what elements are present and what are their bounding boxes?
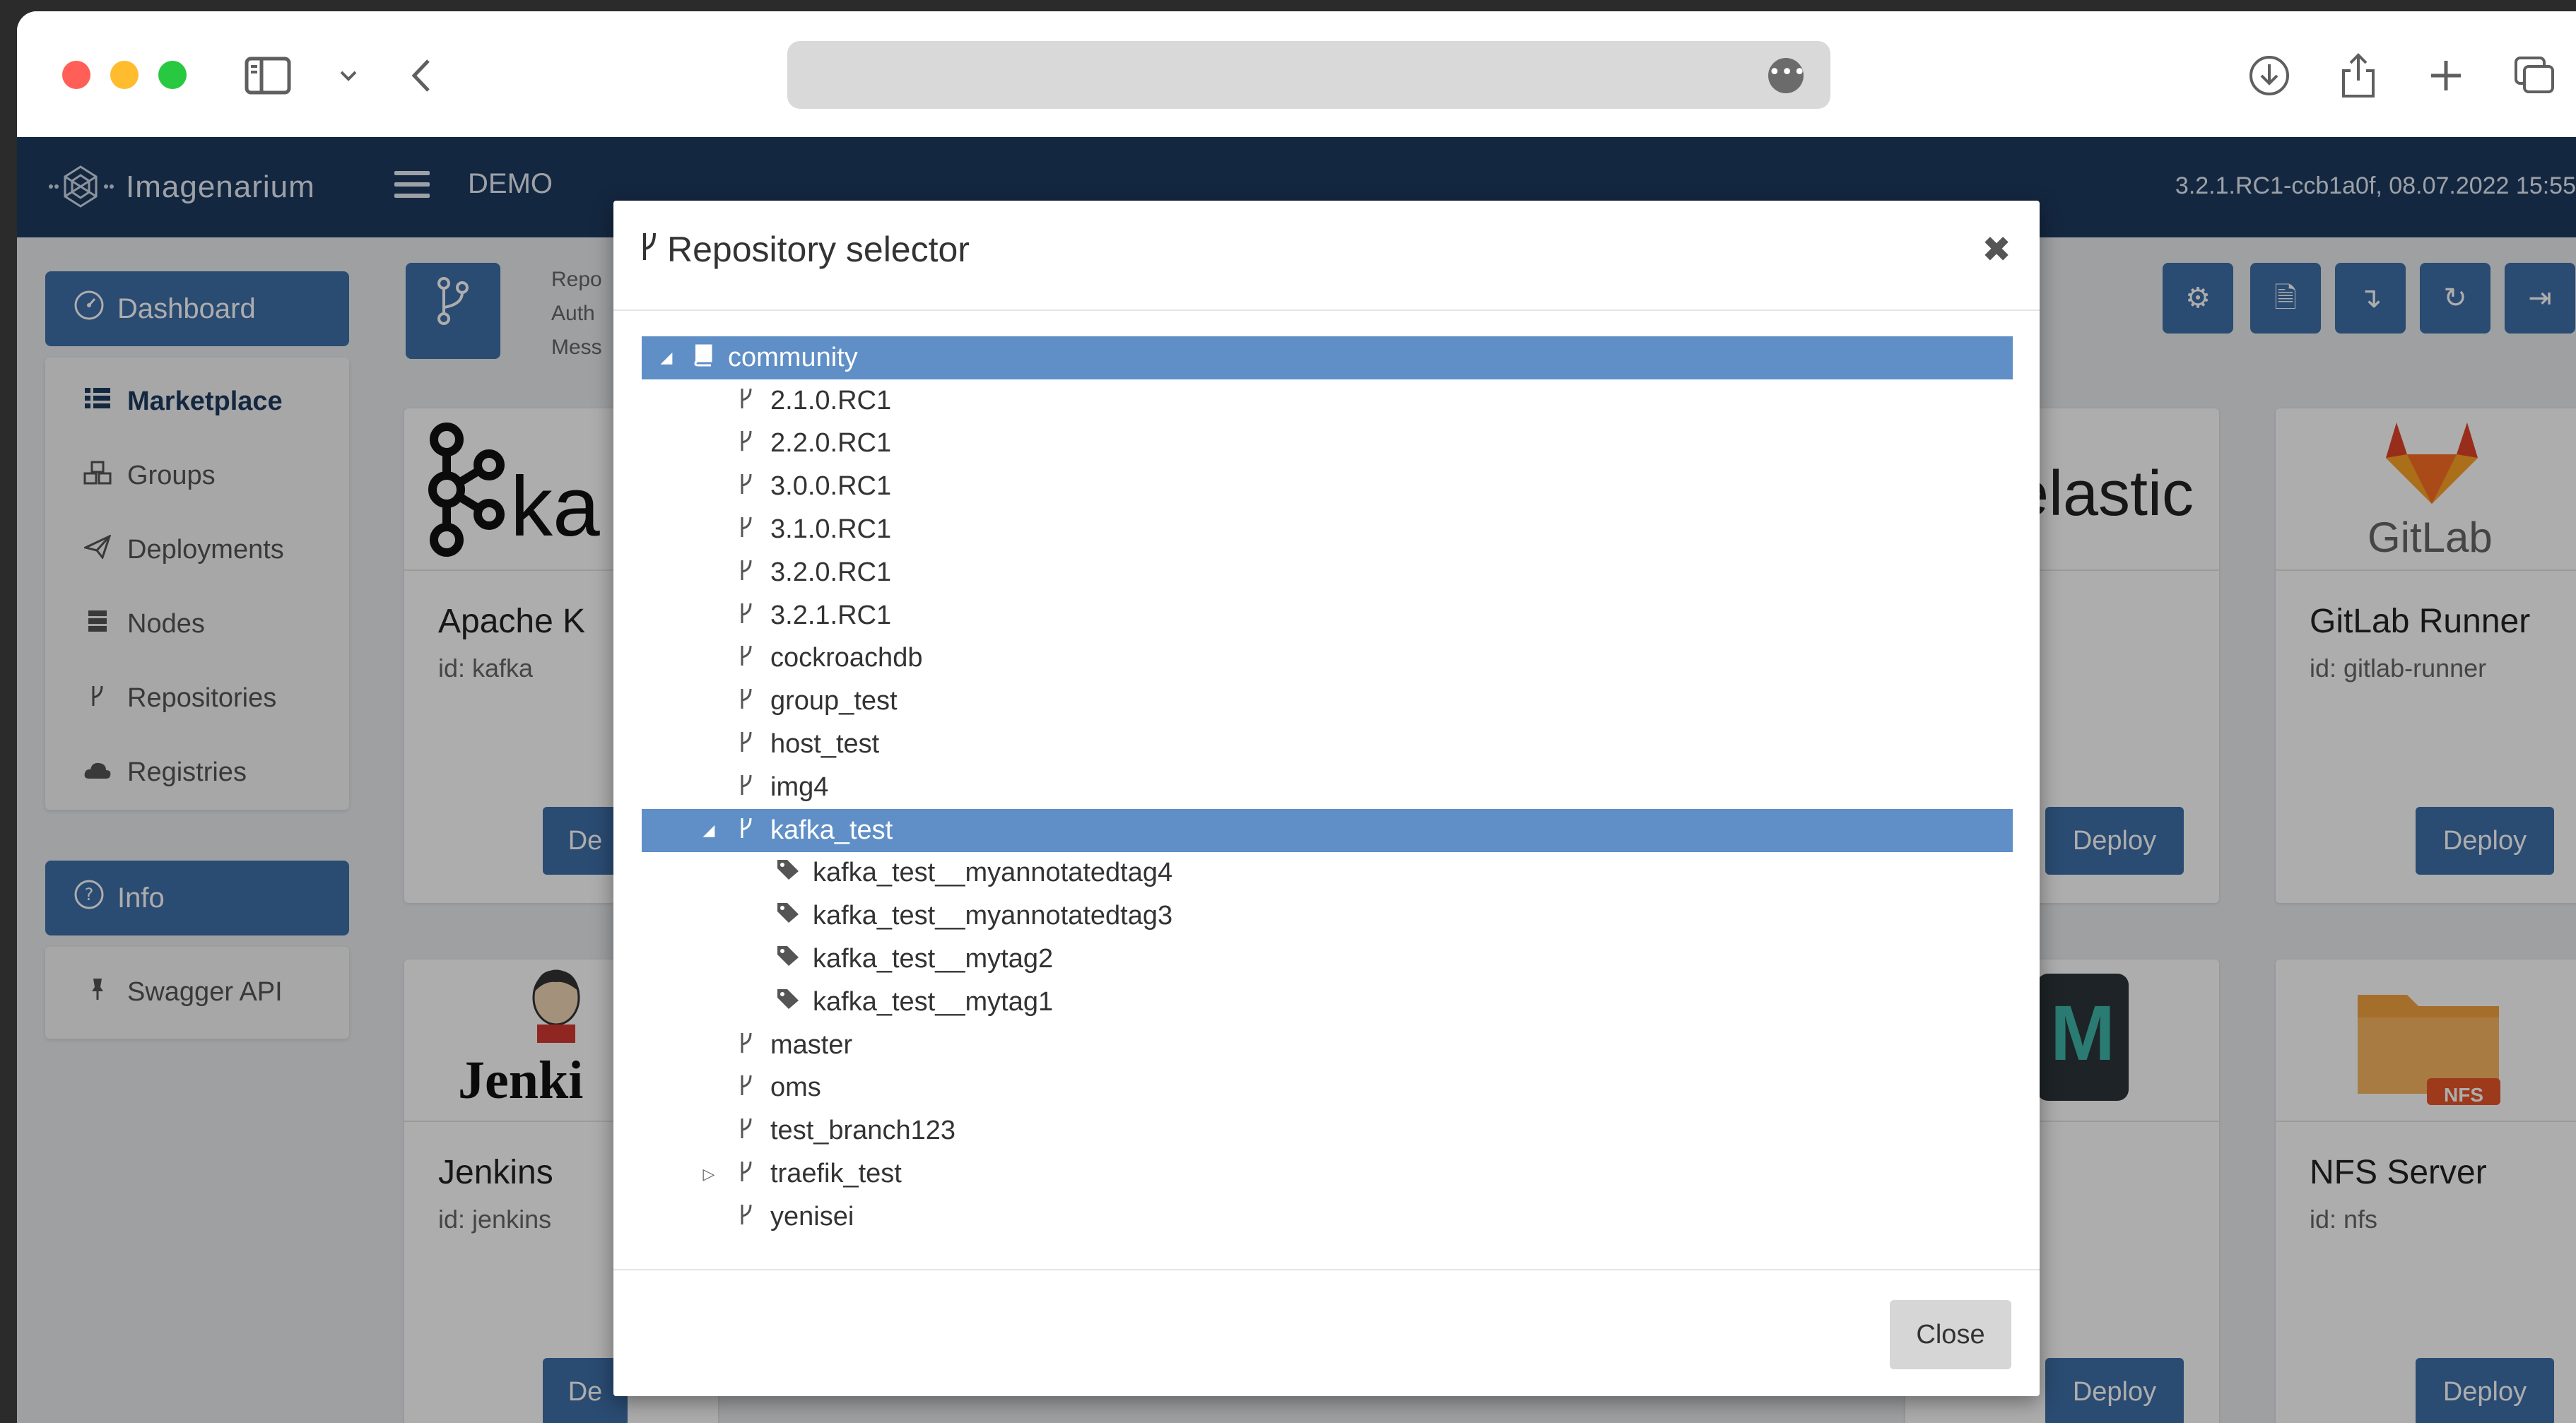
- close-window-button[interactable]: [62, 61, 90, 89]
- book-icon: [691, 343, 715, 373]
- tree-node-label: kafka_test__myannotatedtag4: [813, 858, 1173, 888]
- tree-node-label: group_test: [770, 686, 898, 716]
- tree-node[interactable]: host_test: [642, 723, 2013, 766]
- tree-node[interactable]: 3.2.0.RC1: [642, 551, 2013, 594]
- tree-node[interactable]: 2.2.0.RC1: [642, 423, 2013, 466]
- tree-node-label: kafka_test__mytag1: [813, 986, 1054, 1017]
- tree-node-label: host_test: [770, 729, 880, 760]
- expand-toggle-icon[interactable]: ▷: [698, 1165, 719, 1183]
- tree-node-label: kafka_test__myannotatedtag3: [813, 901, 1173, 931]
- tree-node[interactable]: group_test: [642, 680, 2013, 723]
- tree-node[interactable]: 3.0.0.RC1: [642, 465, 2013, 508]
- tree-node-label: 3.2.0.RC1: [770, 557, 892, 587]
- tree-node[interactable]: kafka_test__myannotatedtag4: [642, 852, 2013, 895]
- tree-node[interactable]: 3.2.1.RC1: [642, 594, 2013, 637]
- tree-node-label: yenisei: [770, 1201, 854, 1232]
- tree-node-label: traefik_test: [770, 1159, 902, 1189]
- close-icon[interactable]: ✖: [1982, 229, 2011, 270]
- tree-node-label: 3.2.1.RC1: [770, 600, 892, 630]
- tree-node[interactable]: 2.1.0.RC1: [642, 379, 2013, 423]
- branch-icon: [734, 557, 758, 588]
- tag-icon: [776, 945, 800, 974]
- download-icon[interactable]: [2246, 52, 2293, 99]
- branch-icon: [734, 514, 758, 545]
- tag-icon: [776, 988, 800, 1017]
- tree-node-label: community: [728, 342, 858, 372]
- dialog-header: Repository selector ✖: [613, 201, 2040, 311]
- tree-node-label: 2.2.0.RC1: [770, 428, 892, 459]
- branch-icon: [734, 686, 758, 716]
- more-options-icon[interactable]: •••: [1768, 58, 1806, 93]
- tree-node-label: 3.1.0.RC1: [770, 514, 892, 545]
- branch-icon: [734, 1116, 758, 1146]
- branch-icon: [734, 772, 758, 803]
- tree-node-label: kafka_test__mytag2: [813, 944, 1054, 974]
- tree-node-label: kafka_test: [770, 815, 893, 845]
- collapse-toggle-icon[interactable]: ◢: [656, 348, 677, 367]
- browser-window: ••• Imagenarium DEMO 3.2.1.RC1-ccb1a0f, …: [17, 11, 2576, 1423]
- tree-node-label: img4: [770, 772, 829, 802]
- new-tab-icon[interactable]: [2423, 52, 2469, 99]
- branch-icon: [734, 1159, 758, 1189]
- tree-node[interactable]: ◢ community: [642, 336, 2013, 379]
- tag-icon: [776, 902, 800, 931]
- tree-node-label: master: [770, 1029, 853, 1060]
- tree-node[interactable]: test_branch123: [642, 1109, 2013, 1152]
- branch-icon: [734, 815, 758, 846]
- tree-node[interactable]: kafka_test__myannotatedtag3: [642, 894, 2013, 938]
- tree-node[interactable]: ▷ traefik_test: [642, 1152, 2013, 1195]
- repository-selector-dialog: Repository selector ✖ ◢ community 2.1.0.RC…: [613, 201, 2040, 1396]
- tree-node[interactable]: kafka_test__mytag1: [642, 981, 2013, 1024]
- tree-node-label: test_branch123: [770, 1116, 955, 1146]
- tree-node[interactable]: yenisei: [642, 1195, 2013, 1239]
- branch-icon: [734, 386, 758, 416]
- tree-node-label: 2.1.0.RC1: [770, 385, 892, 415]
- sidebar-toggle-icon[interactable]: [245, 52, 291, 99]
- address-bar[interactable]: •••: [787, 41, 1830, 109]
- branch-icon: [734, 1202, 758, 1232]
- repository-tree: ◢ community 2.1.0.RC1 2.2.0.RC1 3.0.0.RC1 3.1…: [642, 336, 2013, 1239]
- tag-icon: [776, 858, 800, 887]
- tree-node-label: oms: [770, 1073, 821, 1103]
- dialog-title-text: Repository selector: [667, 230, 970, 269]
- browser-toolbar: •••: [17, 11, 2576, 137]
- branch-icon: [639, 229, 659, 270]
- dialog-title: Repository selector: [639, 229, 970, 270]
- branch-icon: [734, 428, 758, 459]
- tree-node[interactable]: kafka_test__mytag2: [642, 938, 2013, 981]
- back-arrow-icon[interactable]: [397, 52, 444, 99]
- tree-node[interactable]: 3.1.0.RC1: [642, 508, 2013, 551]
- close-button[interactable]: Close: [1890, 1300, 2011, 1369]
- zoom-window-button[interactable]: [158, 61, 187, 89]
- tree-node[interactable]: master: [642, 1024, 2013, 1067]
- tree-node[interactable]: img4: [642, 766, 2013, 809]
- branch-icon: [734, 643, 758, 673]
- collapse-toggle-icon[interactable]: ◢: [698, 821, 719, 839]
- chevron-down-icon[interactable]: [325, 52, 372, 99]
- branch-icon: [734, 601, 758, 631]
- branch-icon: [734, 729, 758, 760]
- branch-icon: [734, 1073, 758, 1103]
- minimize-window-button[interactable]: [110, 61, 139, 89]
- tree-node[interactable]: cockroachdb: [642, 637, 2013, 680]
- branch-icon: [734, 471, 758, 502]
- tree-node-label: 3.0.0.RC1: [770, 471, 892, 502]
- share-icon[interactable]: [2335, 52, 2382, 99]
- branch-icon: [734, 1030, 758, 1061]
- dialog-footer: Close: [613, 1269, 2040, 1396]
- tab-overview-icon[interactable]: [2512, 52, 2558, 99]
- tree-node[interactable]: ◢ kafka_test: [642, 808, 2013, 852]
- tree-node-label: cockroachdb: [770, 643, 923, 673]
- tree-node[interactable]: oms: [642, 1067, 2013, 1110]
